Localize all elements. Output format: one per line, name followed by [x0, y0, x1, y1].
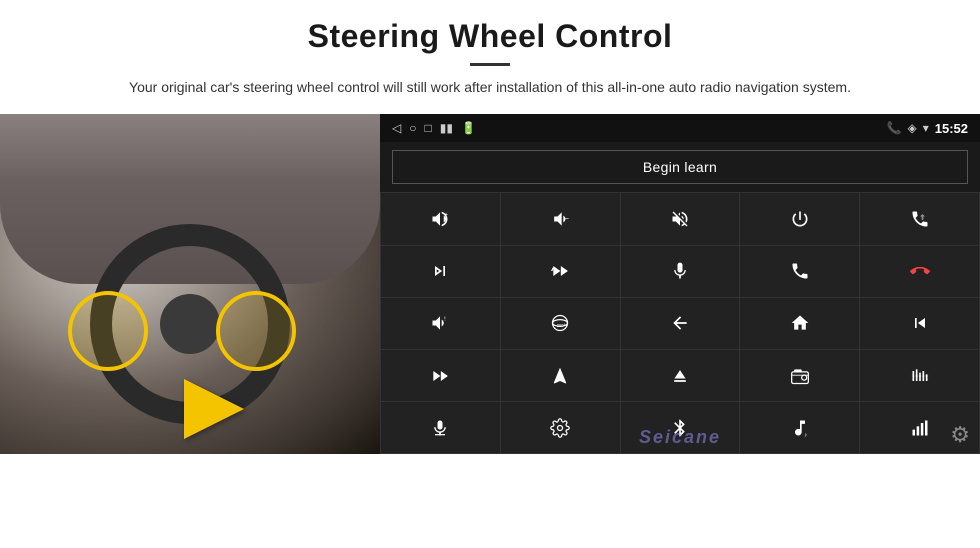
svg-text:−: −: [564, 213, 569, 223]
gear-icon[interactable]: ⚙: [950, 422, 970, 448]
home-button[interactable]: [740, 298, 859, 349]
back-button[interactable]: [621, 298, 740, 349]
svg-text:360°: 360°: [557, 324, 566, 329]
title-divider: [470, 63, 510, 66]
square-icon: □: [424, 121, 431, 135]
radio-ui: ◁ ○ □ ▮▮ 🔋 📞 ◈ ▾ 15:52 Begin learn: [380, 114, 980, 454]
status-left: ◁ ○ □ ▮▮ 🔋: [392, 121, 476, 135]
steering-wheel-image: [0, 114, 380, 454]
status-time: 15:52: [935, 121, 968, 136]
status-right: 📞 ◈ ▾ 15:52: [887, 121, 968, 136]
controls-grid: + −: [380, 192, 980, 454]
navigate-button[interactable]: [501, 350, 620, 401]
signal-icon: ▮▮: [440, 121, 453, 135]
page-wrapper: Steering Wheel Control Your original car…: [0, 0, 980, 548]
battery-icon: 🔋: [461, 121, 476, 135]
eject-button[interactable]: [621, 350, 740, 401]
seek-fwd-button[interactable]: [501, 246, 620, 297]
big-arrow-icon: [184, 379, 244, 439]
phone-icon: 📞: [887, 121, 902, 135]
highlight-right: [216, 291, 296, 371]
steering-bg: [0, 114, 380, 454]
svg-text:♪: ♪: [804, 432, 807, 438]
settings2-button[interactable]: [501, 402, 620, 453]
status-bar: ◁ ○ □ ▮▮ 🔋 📞 ◈ ▾ 15:52: [380, 114, 980, 142]
horn-button[interactable]: !: [381, 298, 500, 349]
prev-track-button[interactable]: [860, 298, 979, 349]
begin-learn-row: Begin learn: [380, 142, 980, 192]
page-title: Steering Wheel Control: [40, 18, 940, 55]
power-button[interactable]: [740, 193, 859, 244]
radio-button[interactable]: [740, 350, 859, 401]
location-icon: ◈: [907, 121, 916, 135]
wifi-icon: ▾: [923, 121, 929, 135]
music-button[interactable]: ♪: [740, 402, 859, 453]
begin-learn-button[interactable]: Begin learn: [392, 150, 968, 184]
home-circle-icon: ○: [409, 121, 416, 135]
eq-button[interactable]: [860, 350, 979, 401]
next-track-button[interactable]: [381, 246, 500, 297]
phone-prev-button[interactable]: [860, 193, 979, 244]
subtitle: Your original car's steering wheel contr…: [115, 76, 865, 98]
content-row: ◁ ○ □ ▮▮ 🔋 📞 ◈ ▾ 15:52 Begin learn: [0, 114, 980, 548]
bluetooth-button[interactable]: [621, 402, 740, 453]
mic-button[interactable]: [621, 246, 740, 297]
phone-call-button[interactable]: [740, 246, 859, 297]
fast-fwd-button[interactable]: [381, 350, 500, 401]
arrow-container: [184, 379, 244, 439]
back-arrow-icon: ◁: [392, 121, 401, 135]
mic2-button[interactable]: [381, 402, 500, 453]
phone-hang-button[interactable]: [860, 246, 979, 297]
vol-up-button[interactable]: +: [381, 193, 500, 244]
svg-text:!: !: [445, 317, 447, 323]
vol-down-button[interactable]: −: [501, 193, 620, 244]
svg-text:+: +: [445, 211, 449, 218]
360-cam-button[interactable]: 360°: [501, 298, 620, 349]
mute-button[interactable]: [621, 193, 740, 244]
header-section: Steering Wheel Control Your original car…: [0, 0, 980, 106]
